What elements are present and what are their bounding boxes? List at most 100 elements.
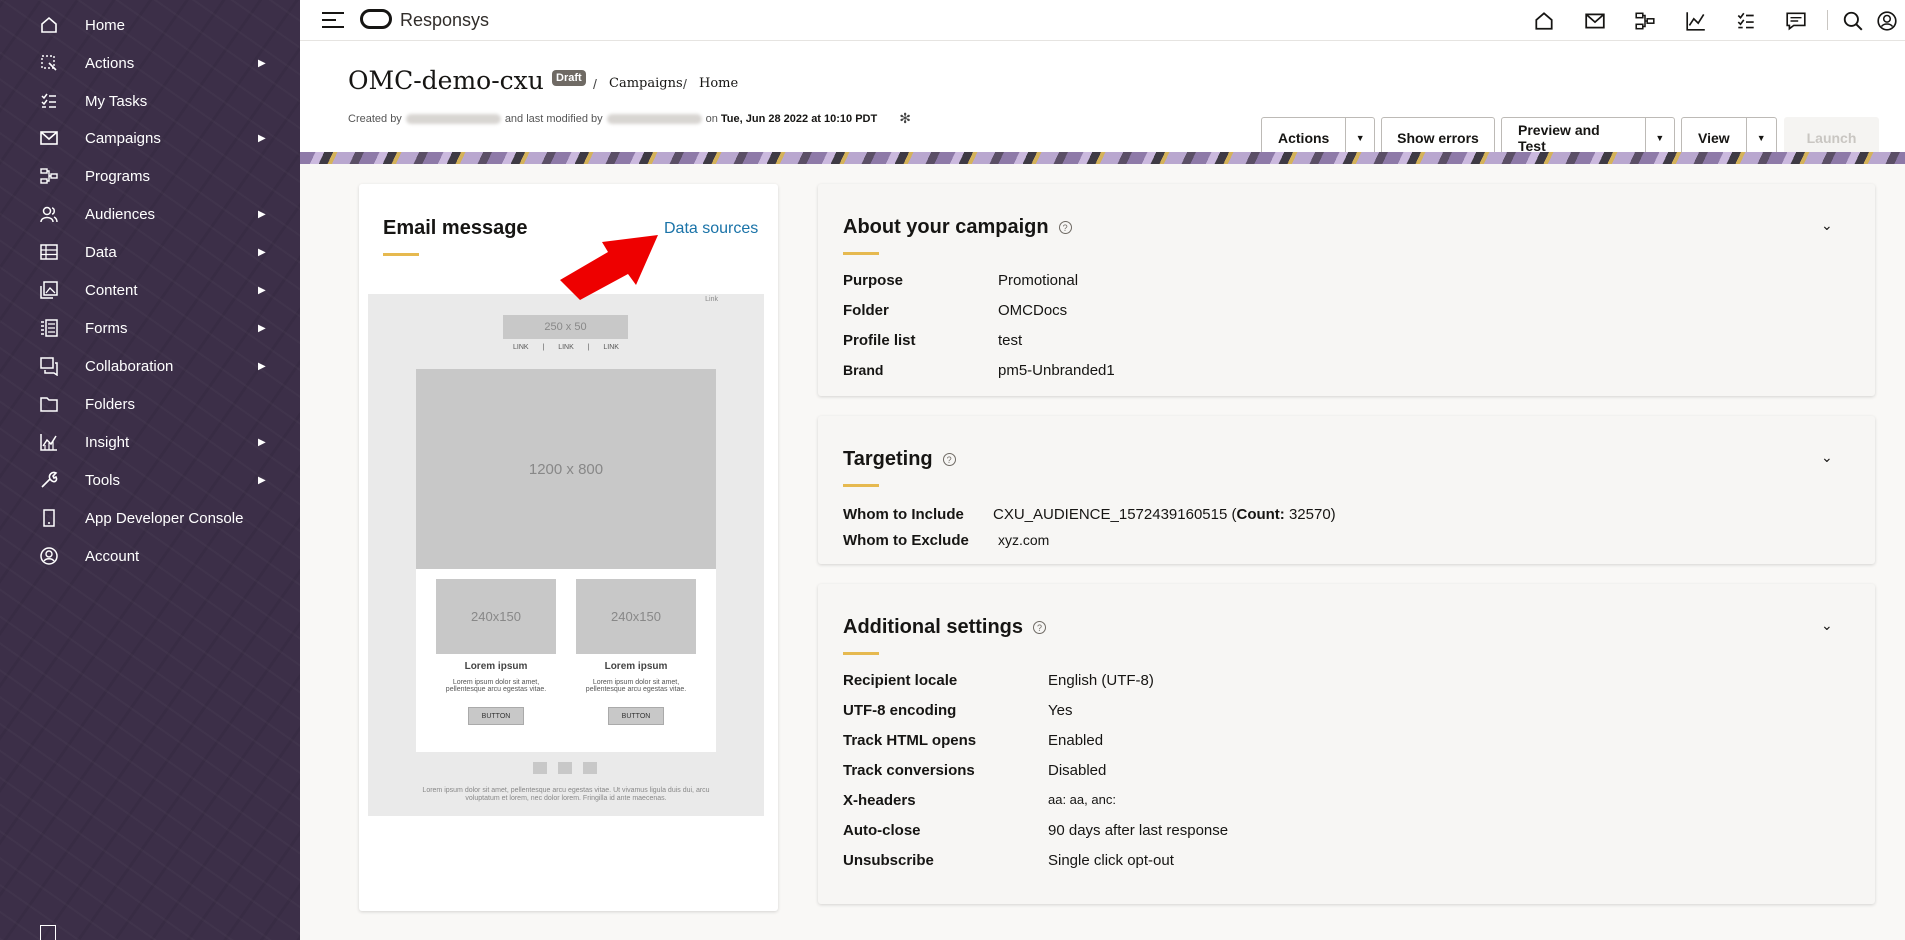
data-sources-link[interactable]: Data sources	[664, 220, 758, 238]
meta-created-label: Created by	[348, 112, 402, 125]
purpose-value: Promotional	[998, 272, 1079, 289]
sidebar-item-insight[interactable]: Insight ▶	[0, 425, 300, 459]
breadcrumb-campaigns[interactable]: Campaigns	[609, 76, 683, 91]
sidebar-item-label: Forms	[85, 319, 128, 337]
search-icon[interactable]	[1840, 8, 1866, 34]
x-headers-label: X-headers	[843, 792, 916, 809]
sidebar: Home Actions ▶ My Tasks Campaigns ▶ Prog…	[0, 0, 300, 940]
sidebar-item-audiences[interactable]: Audiences ▶	[0, 197, 300, 231]
wrench-icon	[38, 469, 60, 491]
title-accent	[843, 484, 879, 487]
sidebar-item-folders[interactable]: Folders	[0, 387, 300, 421]
top-bar: Responsys	[300, 0, 1905, 41]
chat-icon[interactable]	[1783, 8, 1809, 34]
help-icon[interactable]: ?	[942, 453, 956, 467]
card-title: Targeting?	[843, 448, 956, 471]
home-icon	[38, 14, 60, 36]
status-badge: Draft	[552, 70, 586, 86]
include-label: Whom to Include	[843, 506, 964, 523]
track-html-opens-label: Track HTML opens	[843, 732, 977, 749]
sidebar-item-home[interactable]: Home	[0, 8, 300, 42]
about-campaign-card: About your campaign? ⌄ Purpose Promotion…	[818, 184, 1875, 396]
chevron-down-icon[interactable]: ⌄	[1821, 617, 1833, 634]
sidebar-item-tools[interactable]: Tools ▶	[0, 463, 300, 497]
modified-date: Tue, Jun 28 2022 at 10:10 PDT	[720, 112, 878, 125]
sidebar-item-collaboration[interactable]: Collaboration ▶	[0, 349, 300, 383]
chevron-right-icon: ▶	[258, 132, 266, 144]
sidebar-item-content[interactable]: Content ▶	[0, 273, 300, 307]
sidebar-item-actions[interactable]: Actions ▶	[0, 46, 300, 80]
sidebar-item-label: Folders	[85, 395, 136, 413]
social-icon	[558, 762, 572, 774]
mail-icon[interactable]	[1582, 8, 1608, 34]
folder-icon	[38, 393, 60, 415]
modification-info: Created by and last modified by on Tue, …	[348, 110, 911, 127]
help-icon[interactable]: ?	[1033, 621, 1046, 635]
help-icon[interactable]: ?	[1058, 221, 1072, 235]
brand-value: pm5-Unbranded1	[998, 362, 1115, 379]
card-title: About your campaign?	[843, 216, 1072, 239]
audiences-icon	[38, 203, 60, 225]
chevron-right-icon: ▶	[258, 322, 266, 334]
folder-label: Folder	[843, 302, 889, 319]
page-title: OMC-demo-cxu	[348, 66, 544, 95]
preview-body: 1200 x 800 240x150 240x150 Lorem ipsum L…	[416, 369, 716, 752]
sidebar-item-account[interactable]: Account	[0, 539, 300, 573]
annotation-arrow	[560, 235, 658, 300]
sidebar-item-my-tasks[interactable]: My Tasks	[0, 84, 300, 118]
sidebar-item-data[interactable]: Data ▶	[0, 235, 300, 269]
hero-image-placeholder: 1200 x 800	[416, 369, 716, 569]
insight-icon[interactable]	[1683, 8, 1709, 34]
actions-icon	[38, 52, 60, 74]
targeting-card: Targeting? ⌄ Whom to Include CXU_AUDIENC…	[818, 416, 1875, 564]
column-image-placeholder: 240x150	[436, 579, 556, 654]
unsubscribe-value: Single click opt-out	[1048, 852, 1174, 869]
brand-name: Responsys	[400, 10, 490, 30]
recipient-locale-value: English (UTF-8)	[1048, 672, 1154, 689]
sidebar-item-label: Tools	[85, 471, 121, 489]
column-image-placeholder: 240x150	[576, 579, 696, 654]
purpose-label: Purpose	[843, 272, 904, 289]
title-accent	[843, 652, 879, 655]
insight-icon	[38, 431, 60, 453]
oracle-logo	[360, 9, 392, 29]
programs-icon[interactable]	[1632, 8, 1658, 34]
redacted-username	[606, 113, 702, 124]
sidebar-item-label: Collaboration	[85, 357, 174, 375]
sidebar-item-campaigns[interactable]: Campaigns ▶	[0, 121, 300, 155]
breadcrumb-separator: /	[683, 76, 687, 92]
tasks-icon[interactable]	[1733, 8, 1759, 34]
exclude-value: xyz.com	[998, 532, 1050, 548]
utf8-encoding-value: Yes	[1048, 702, 1073, 719]
recipient-locale-label: Recipient locale	[843, 672, 958, 689]
preview-nav-links: LINK | LINK | LINK	[513, 344, 619, 351]
title-accent	[383, 253, 419, 256]
hamburger-menu-icon[interactable]	[322, 12, 344, 28]
tasks-icon	[38, 90, 60, 112]
programs-icon	[38, 165, 60, 187]
breadcrumb-home[interactable]: Home	[699, 76, 738, 91]
user-icon[interactable]	[1874, 8, 1900, 34]
track-conversions-label: Track conversions	[843, 762, 975, 779]
sidebar-item-label: Audiences	[85, 205, 156, 223]
account-icon	[38, 545, 60, 567]
sidebar-item-label: Campaigns	[85, 129, 161, 147]
card-title: Additional settings?	[843, 616, 1046, 639]
email-preview[interactable]: Link 250 x 50 LINK | LINK | LINK 1200 x …	[368, 294, 764, 816]
sidebar-item-app-developer-console[interactable]: App Developer Console	[0, 501, 300, 535]
collapse-sidebar-icon[interactable]	[40, 925, 56, 940]
preview-link-text: Link	[705, 296, 718, 303]
meta-on-label: on	[705, 112, 718, 125]
sidebar-item-label: Home	[85, 16, 126, 34]
sidebar-item-programs[interactable]: Programs	[0, 159, 300, 193]
sidebar-item-label: Account	[85, 547, 140, 565]
sidebar-item-label: Data	[85, 243, 117, 261]
settings-snowflake-icon[interactable]: ✻	[899, 110, 911, 127]
chevron-down-icon[interactable]: ⌄	[1821, 449, 1833, 466]
chevron-down-icon[interactable]: ⌄	[1821, 217, 1833, 234]
decorative-banner	[300, 152, 1905, 164]
home-icon[interactable]	[1531, 8, 1557, 34]
folder-value: OMCDocs	[998, 302, 1068, 319]
profile-list-value: test	[998, 332, 1023, 349]
sidebar-item-forms[interactable]: Forms ▶	[0, 311, 300, 345]
